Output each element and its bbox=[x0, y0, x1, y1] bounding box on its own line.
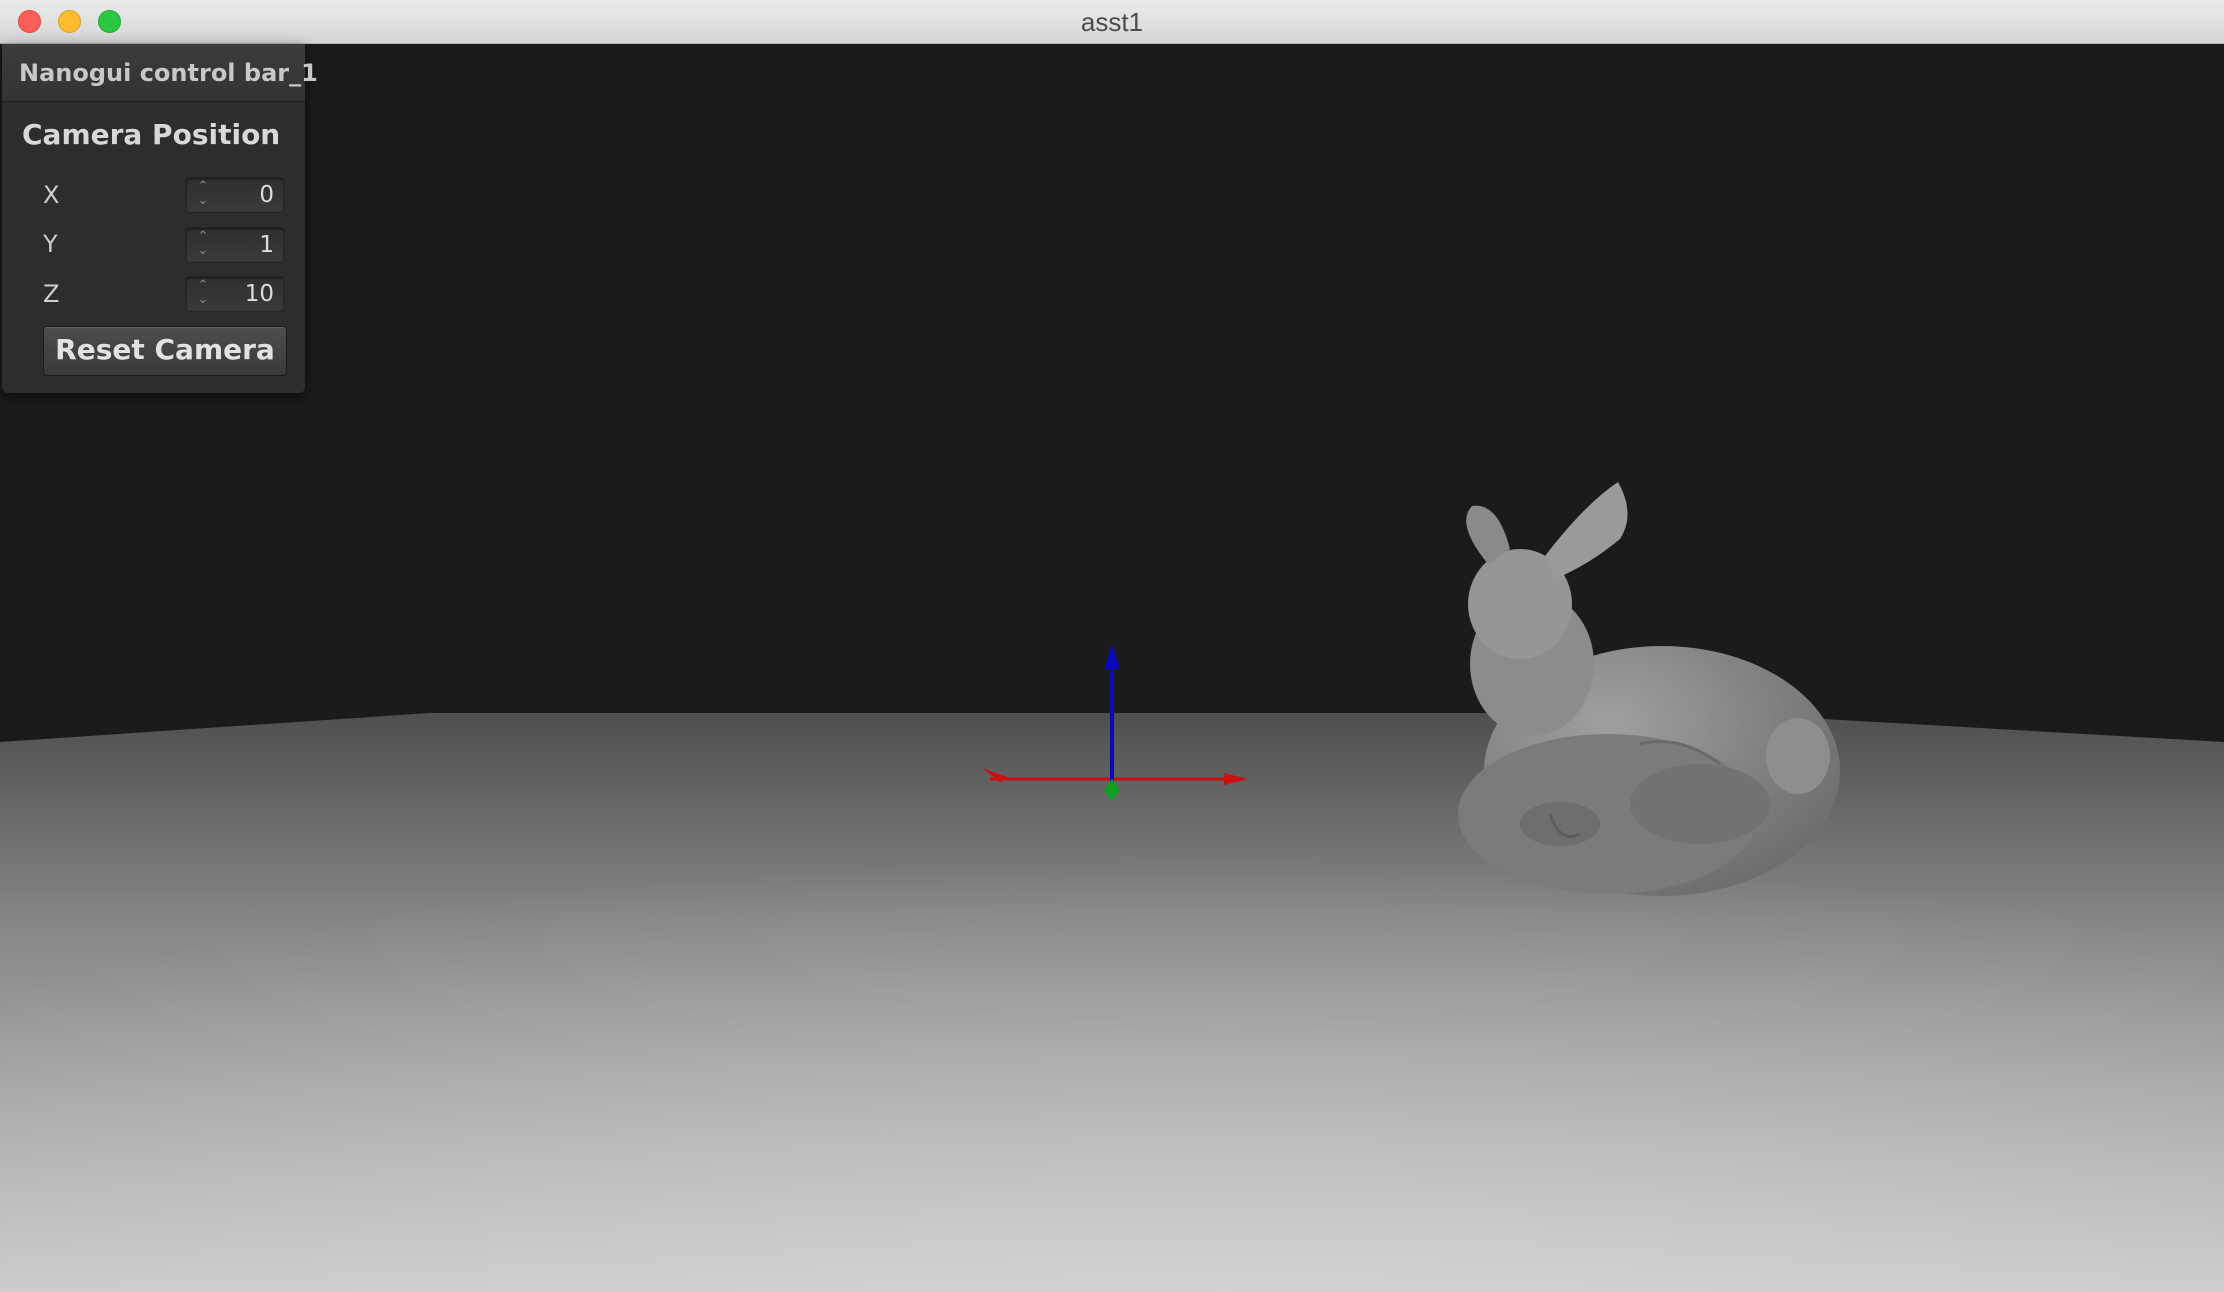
camera-x-label: X bbox=[43, 181, 60, 209]
3d-viewport[interactable] bbox=[0, 44, 2224, 1292]
app-window: asst1 Nanogui control bar_1 Camera Posit… bbox=[0, 0, 2224, 1292]
window-title: asst1 bbox=[1080, 7, 1144, 37]
camera-z-label: Z bbox=[43, 280, 60, 308]
camera-x-value: 0 bbox=[259, 182, 274, 208]
scene-canvas[interactable] bbox=[0, 44, 2224, 1292]
camera-y-label: Y bbox=[43, 230, 58, 258]
camera-y-input[interactable]: ⌃ ⌄ 1 bbox=[185, 227, 285, 263]
camera-y-value: 1 bbox=[259, 232, 274, 258]
camera-z-input[interactable]: ⌃ ⌄ 10 bbox=[185, 276, 285, 312]
reset-camera-button[interactable]: Reset Camera bbox=[43, 326, 287, 376]
panel-title-bar[interactable]: Nanogui control bar_1 bbox=[2, 44, 318, 102]
section-title: Camera Position bbox=[22, 118, 281, 151]
camera-z-value: 10 bbox=[244, 281, 274, 307]
camera-y-stepper-icon[interactable]: ⌃ ⌄ bbox=[196, 230, 210, 260]
title-bar[interactable]: asst1 bbox=[0, 0, 2224, 44]
camera-z-stepper-icon[interactable]: ⌃ ⌄ bbox=[196, 279, 210, 309]
control-panel: Nanogui control bar_1 Camera Position X … bbox=[2, 44, 318, 393]
camera-x-stepper-icon[interactable]: ⌃ ⌄ bbox=[196, 180, 210, 210]
camera-x-input[interactable]: ⌃ ⌄ 0 bbox=[185, 177, 285, 213]
